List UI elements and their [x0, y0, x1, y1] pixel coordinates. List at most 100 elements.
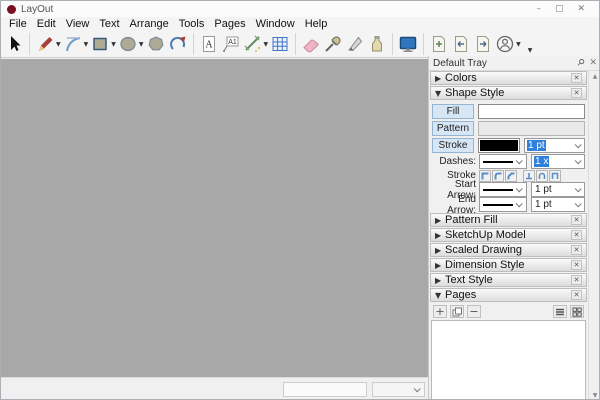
- polygon-tool-button[interactable]: [145, 32, 167, 56]
- next-page-button[interactable]: [472, 32, 494, 56]
- status-bar: [1, 377, 428, 400]
- section-colors[interactable]: ▶ Colors ✕: [430, 71, 587, 85]
- section-text-style[interactable]: ▶ Text Style ✕: [430, 273, 587, 287]
- close-icon[interactable]: ✕: [571, 290, 582, 300]
- section-pages[interactable]: ▼ Pages ✕: [430, 288, 587, 302]
- polygon-tool-icon: [146, 34, 166, 54]
- scroll-down-icon[interactable]: ▼: [593, 392, 598, 399]
- end-arrow-size-combo[interactable]: 1 pt: [531, 197, 585, 212]
- stroke-width-combo[interactable]: 1 pt: [524, 138, 585, 153]
- pages-list[interactable]: [431, 320, 586, 400]
- tray-close-icon[interactable]: ✕: [589, 58, 597, 68]
- cap-butt-button[interactable]: [523, 170, 535, 182]
- next-page-icon: [473, 34, 493, 54]
- join-round-button[interactable]: [492, 170, 504, 182]
- menu-edit[interactable]: Edit: [32, 17, 61, 31]
- menu-text[interactable]: Text: [94, 17, 124, 31]
- section-shape-style[interactable]: ▼ Shape Style ✕: [430, 86, 587, 100]
- add-page-list-button[interactable]: +: [433, 305, 447, 318]
- style-eyedropper-button[interactable]: [322, 32, 344, 56]
- menu-help[interactable]: Help: [300, 17, 333, 31]
- tray-scrollbar[interactable]: ▲ ▼: [588, 71, 600, 400]
- dashes-pattern-dropdown[interactable]: [479, 154, 527, 169]
- eraser-tool-button[interactable]: [300, 32, 322, 56]
- cap-square-button[interactable]: [549, 170, 561, 182]
- previous-page-icon: [451, 34, 471, 54]
- menu-pages[interactable]: Pages: [209, 17, 250, 31]
- section-dimension-style[interactable]: ▶ Dimension Style ✕: [430, 258, 587, 272]
- fill-color-swatch[interactable]: [478, 104, 585, 119]
- rectangle-tool-button[interactable]: ▼: [89, 32, 117, 56]
- pages-toolbar: + −: [430, 304, 587, 319]
- menu-window[interactable]: Window: [251, 17, 300, 31]
- square-cap-icon: [550, 171, 560, 181]
- miter-join-icon: [480, 171, 490, 181]
- start-arrow-size-combo[interactable]: 1 pt: [531, 182, 585, 197]
- cap-round-button[interactable]: [536, 170, 548, 182]
- start-arrow-style-dropdown[interactable]: [479, 182, 527, 197]
- close-icon[interactable]: ✕: [571, 88, 582, 98]
- grid-view-button[interactable]: [570, 305, 584, 318]
- split-tool-button[interactable]: [344, 32, 366, 56]
- dashes-scale-combo[interactable]: 1 x: [531, 154, 585, 169]
- menu-view[interactable]: View: [61, 17, 95, 31]
- close-icon[interactable]: ✕: [571, 215, 582, 225]
- close-icon[interactable]: ✕: [571, 73, 582, 83]
- close-icon[interactable]: ✕: [571, 275, 582, 285]
- chevron-down-icon[interactable]: ▼: [111, 41, 116, 48]
- menu-tools[interactable]: Tools: [174, 17, 210, 31]
- label-tool-button[interactable]: A1: [220, 32, 242, 56]
- close-button[interactable]: ✕: [577, 1, 585, 17]
- chevron-down-icon[interactable]: ▼: [516, 41, 521, 48]
- delete-page-button[interactable]: −: [467, 305, 481, 318]
- arc-tool-button[interactable]: ▼: [62, 32, 90, 56]
- close-icon[interactable]: ✕: [571, 230, 582, 240]
- stroke-color-swatch[interactable]: [478, 138, 520, 153]
- document-canvas[interactable]: [1, 59, 428, 377]
- section-label: SketchUp Model: [445, 229, 571, 241]
- measurements-input[interactable]: [283, 382, 367, 397]
- join-miter-button[interactable]: [479, 170, 491, 182]
- chevron-down-icon: [575, 141, 582, 148]
- section-label: Colors: [445, 72, 571, 84]
- close-icon[interactable]: ✕: [571, 260, 582, 270]
- offset-tool-button[interactable]: [167, 32, 189, 56]
- line-tool-button[interactable]: ▼: [34, 32, 62, 56]
- circle-tool-button[interactable]: ▼: [117, 32, 145, 56]
- close-icon[interactable]: ✕: [571, 245, 582, 255]
- svg-text:A: A: [205, 40, 213, 51]
- grid-view-icon: [572, 307, 582, 317]
- previous-page-button[interactable]: [450, 32, 472, 56]
- menu-arrange[interactable]: Arrange: [125, 17, 174, 31]
- section-scaled-drawing[interactable]: ▶ Scaled Drawing ✕: [430, 243, 587, 257]
- section-pattern-fill[interactable]: ▶ Pattern Fill ✕: [430, 213, 587, 227]
- pattern-toggle-button[interactable]: Pattern: [432, 121, 474, 136]
- chevron-down-icon[interactable]: ▼: [139, 41, 144, 48]
- menu-file[interactable]: File: [4, 17, 32, 31]
- select-tool-button[interactable]: [3, 32, 25, 56]
- minimize-button[interactable]: –: [536, 1, 541, 17]
- list-view-button[interactable]: [553, 305, 567, 318]
- join-bevel-button[interactable]: [505, 170, 517, 182]
- table-tool-button[interactable]: [269, 32, 291, 56]
- start-presentation-button[interactable]: [397, 32, 419, 56]
- scroll-up-icon[interactable]: ▲: [593, 73, 598, 80]
- chevron-down-icon[interactable]: ▼: [56, 41, 61, 48]
- expand-right-icon: ▶: [435, 231, 445, 240]
- chevron-down-icon[interactable]: ▼: [264, 41, 269, 48]
- stroke-width-value: 1 pt: [527, 140, 546, 151]
- dimension-tool-button[interactable]: ▼: [242, 32, 270, 56]
- add-page-button[interactable]: [428, 32, 450, 56]
- text-tool-button[interactable]: A: [198, 32, 220, 56]
- join-tool-button[interactable]: [366, 32, 388, 56]
- end-arrow-style-dropdown[interactable]: [479, 197, 527, 212]
- section-sketchup-model[interactable]: ▶ SketchUp Model ✕: [430, 228, 587, 242]
- account-button[interactable]: ▼: [494, 32, 522, 56]
- fill-toggle-button[interactable]: Fill: [432, 104, 474, 119]
- maximize-button[interactable]: ▢: [555, 1, 564, 17]
- zoom-combo[interactable]: [372, 382, 425, 397]
- stroke-toggle-button[interactable]: Stroke: [432, 138, 474, 153]
- chevron-down-icon[interactable]: ▼: [84, 41, 89, 48]
- pattern-swatch[interactable]: [478, 121, 585, 136]
- duplicate-page-button[interactable]: [450, 305, 464, 318]
